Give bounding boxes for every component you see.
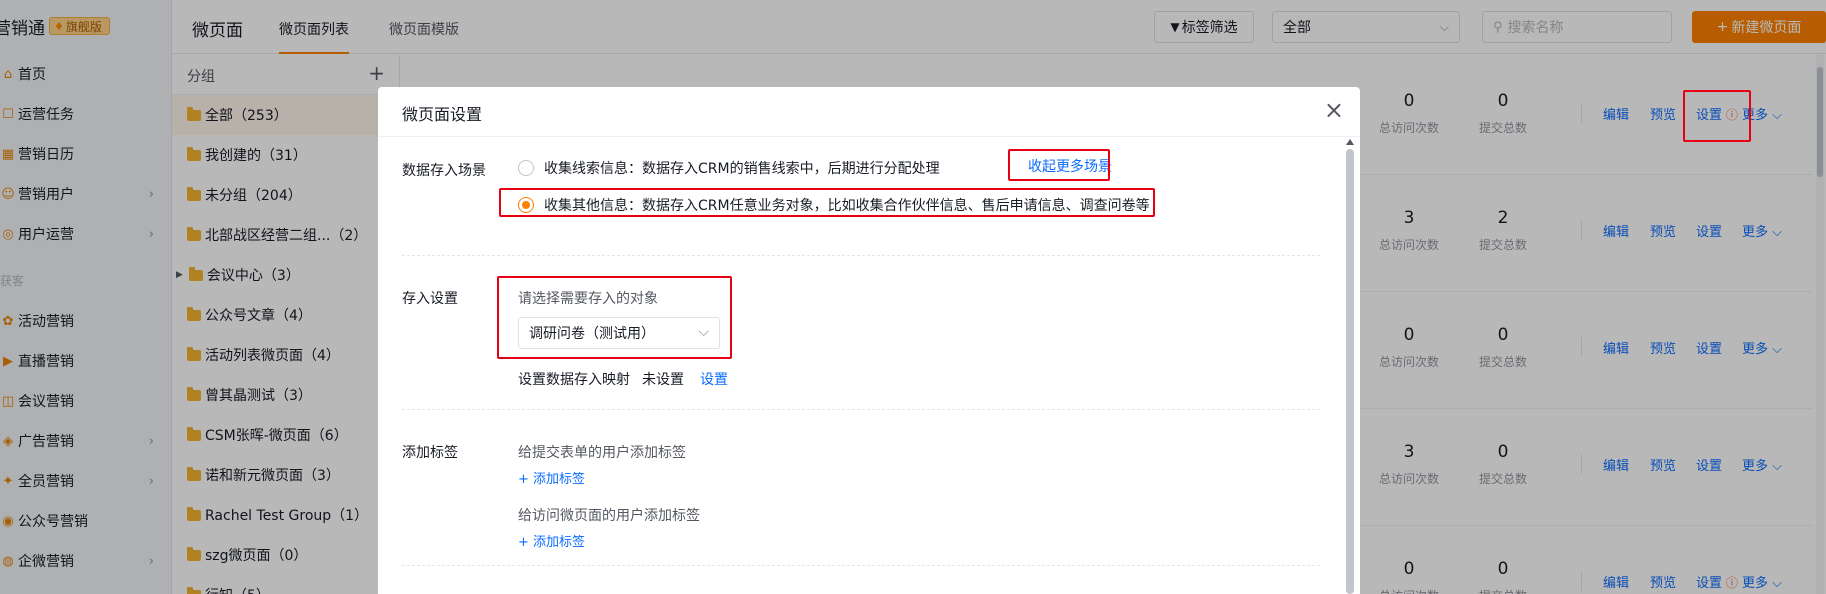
scene-option-leads-label: 收集线索信息：数据存入CRM的销售线索中，后期进行分配处理 <box>544 161 940 177</box>
plus-icon: + <box>518 472 534 487</box>
scene-option-leads[interactable]: 收集线索信息：数据存入CRM的销售线索中，后期进行分配处理 <box>518 158 940 178</box>
add-visit-tag-label: 添加标签 <box>533 535 586 550</box>
data-mapping-settings-link[interactable]: 设置 <box>700 369 728 389</box>
visit-tag-hint: 给访问微页面的用户添加标签 <box>518 508 700 524</box>
section-divider <box>402 565 1320 566</box>
data-mapping-label: 设置数据存入映射 <box>518 372 630 388</box>
dialog-scrollbar[interactable] <box>1344 137 1356 594</box>
highlight-box <box>497 276 732 359</box>
highlight-box <box>1683 90 1751 142</box>
close-icon[interactable]: × <box>1324 97 1344 123</box>
data-mapping-status: 未设置 <box>642 372 684 388</box>
plus-icon: + <box>518 535 534 550</box>
scroll-up-icon[interactable] <box>1346 139 1354 145</box>
dialog-title: 微页面设置 <box>402 105 483 124</box>
add-tags-label: 添加标签 <box>402 445 458 461</box>
submit-tag-hint: 给提交表单的用户添加标签 <box>518 445 686 461</box>
highlight-box <box>1008 149 1110 181</box>
highlight-box <box>499 188 1155 217</box>
section-divider <box>402 255 1320 256</box>
add-submit-tag-button[interactable]: + 添加标签 <box>518 468 585 487</box>
storage-settings-label: 存入设置 <box>402 291 458 307</box>
dialog-scrollbar-thumb[interactable] <box>1346 149 1354 594</box>
add-visit-tag-button[interactable]: + 添加标签 <box>518 531 585 550</box>
add-submit-tag-label: 添加标签 <box>533 472 586 487</box>
scene-option-leads-radio[interactable] <box>518 160 534 176</box>
section-divider <box>402 409 1320 410</box>
micro-page-settings-dialog: 微页面设置 × 数据存入场景 收集线索信息：数据存入CRM的销售线索中，后期进行… <box>378 87 1360 594</box>
dialog-header: 微页面设置 × <box>378 87 1360 137</box>
storage-scene-label: 数据存入场景 <box>402 163 486 179</box>
